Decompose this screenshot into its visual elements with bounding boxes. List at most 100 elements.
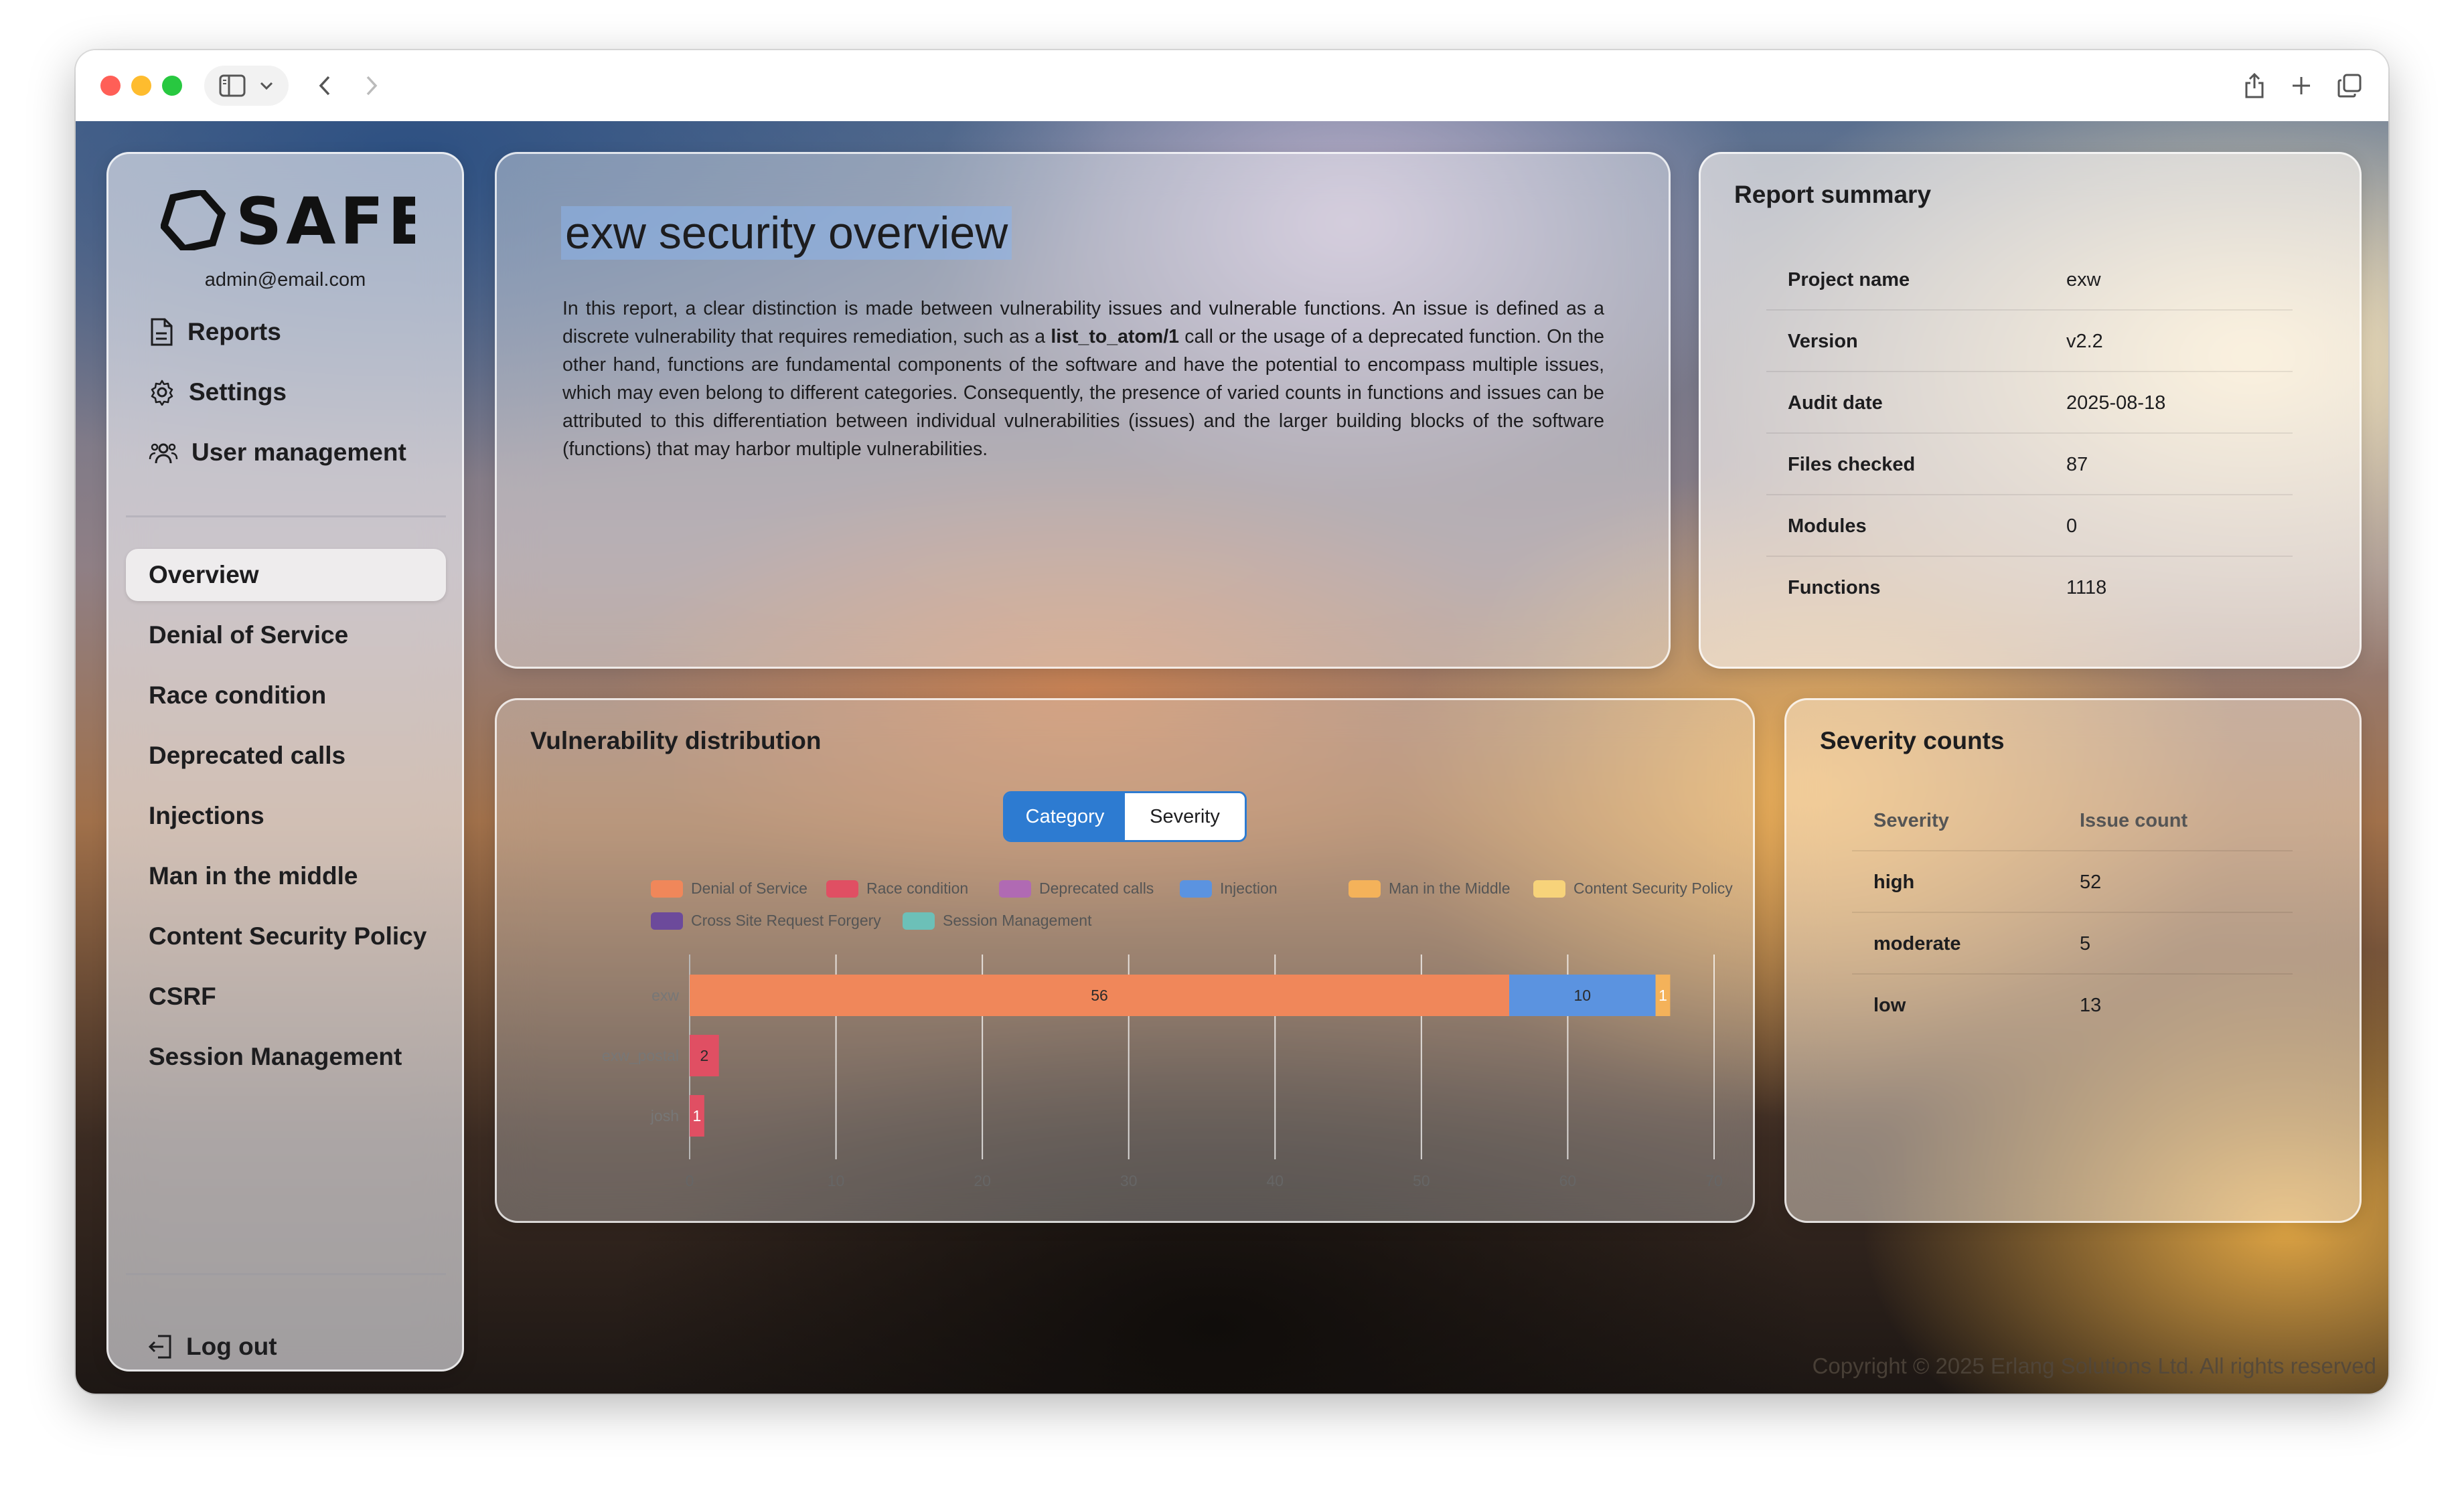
vulnerability-distribution-panel: Vulnerability distribution Category Seve… [495,698,1755,1223]
y-category-label: josh [650,1107,679,1125]
severity-column-header: Severity [1873,810,1949,831]
bar-chart: 0 10 20 30 40 50 60 70 exw exw_postaljosh 56 10 1 2 1 [602,954,1723,1189]
bar-value-label: 10 [1573,987,1591,1004]
description-code: list_to_atom/1 [1051,326,1180,347]
sidebar-item-deprecated-calls[interactable]: Deprecated calls [126,730,446,782]
hexagon-logo-icon: SAFE [159,184,432,259]
logout-button[interactable]: Log out [147,1327,277,1367]
severity-table-header: Severity Issue count [1852,788,2293,851]
sidebar-item-csrf[interactable]: CSRF [126,971,446,1023]
sidebar-toggle-button[interactable] [204,66,289,106]
nav-reports-label: Reports [187,318,281,345]
browser-window: SAFE admin@email.com Reports Settings Us… [76,50,2388,1394]
tabs-icon [2337,74,2362,98]
summary-row: Project name exw [1766,248,2293,311]
summary-value: v2.2 [2066,331,2103,352]
nav-settings[interactable]: Settings [149,372,287,412]
page-title: exw security overview [561,206,1012,260]
nav-reports[interactable]: Reports [149,312,281,352]
minimize-window-button[interactable] [131,76,151,96]
summary-value: 1118 [2066,577,2107,598]
summary-key: Files checked [1788,454,1916,475]
sidebar-item-race-condition[interactable]: Race condition [126,669,446,722]
summary-row: Version v2.2 [1766,309,2293,372]
logo-text: SAFE [236,190,415,250]
sidebar-item-session-management[interactable]: Session Management [126,1031,446,1083]
chevron-right-icon [366,76,378,96]
summary-value: 2025-08-18 [2066,392,2166,414]
browser-toolbar [76,50,2388,122]
x-tick-label: 30 [1120,1172,1138,1189]
summary-key: Version [1788,331,1858,352]
nav-user-management[interactable]: User management [149,432,406,473]
bar-value-label: 1 [1659,987,1667,1004]
sidebar-item-content-security-policy[interactable]: Content Security Policy [126,910,446,963]
bar-value-label: 56 [1091,987,1108,1004]
sidebar: SAFE admin@email.com Reports Settings Us… [106,152,464,1372]
summary-row: Files checked 87 [1766,432,2293,495]
zoom-window-button[interactable] [162,76,182,96]
overview-description: In this report, a clear distinction is m… [562,295,1604,463]
sidebar-divider-bottom [126,1273,446,1275]
sidebar-icon [219,74,246,97]
report-summary-panel: Report summary Project name exw Version v2… [1699,152,2362,669]
nav-settings-label: Settings [189,378,287,406]
share-button[interactable] [2234,66,2275,106]
plus-icon [2293,77,2310,94]
summary-key: Project name [1788,269,1910,290]
x-tick-label: 50 [1413,1172,1430,1189]
sidebar-item-man-in-the-middle[interactable]: Man in the middle [126,850,446,902]
forward-button[interactable] [352,66,392,106]
share-icon [2245,72,2264,98]
user-email: admin@email.com [204,269,366,290]
sidebar-item-denial-of-service[interactable]: Denial of Service [126,609,446,661]
severity-level: low [1873,995,1906,1016]
summary-value: 87 [2066,454,2088,475]
issue-count-column-header: Issue count [2080,810,2188,831]
severity-level: high [1873,872,1915,893]
severity-count: 13 [2080,995,2102,1016]
logout-icon [148,1335,171,1359]
app-content: SAFE admin@email.com Reports Settings Us… [76,121,2388,1394]
severity-counts-panel: Severity counts Severity Issue count hig… [1784,698,2362,1223]
x-tick-label: 0 [686,1172,694,1189]
users-icon [149,443,178,464]
summary-row: Functions 1118 [1766,556,2293,617]
new-tab-button[interactable] [2281,66,2321,106]
summary-row: Audit date 2025-08-18 [1766,371,2293,434]
summary-key: Functions [1788,577,1881,598]
logout-label: Log out [186,1333,277,1360]
severity-count: 5 [2080,933,2091,954]
chevron-down-icon [260,82,273,90]
summary-value: exw [2066,269,2101,290]
safe-logo: SAFE [159,184,432,259]
severity-row: moderate 5 [1852,912,2293,975]
x-tick-label: 70 [1705,1172,1723,1189]
summary-key: Audit date [1788,392,1883,414]
nav-user-management-label: User management [191,438,406,466]
x-tick-label: 10 [828,1172,845,1189]
summary-key: Modules [1788,515,1867,537]
copyright-footer: Copyright © 2025 Erlang Solutions Ltd. A… [1812,1353,2376,1378]
overview-panel: exw security overview In this report, a … [495,152,1671,669]
sidebar-item-injections[interactable]: Injections [126,790,446,842]
chevron-left-icon [319,76,330,96]
y-category-label: exw_postal [602,1047,679,1064]
document-icon [151,318,173,346]
bar-value-label: 2 [700,1047,708,1064]
sidebar-divider [126,515,446,517]
close-window-button[interactable] [100,76,121,96]
gear-icon [151,380,173,406]
severity-row: low 13 [1852,973,2293,1035]
severity-count: 52 [2080,872,2102,893]
back-button[interactable] [305,66,345,106]
tab-overview-button[interactable] [2329,66,2370,106]
y-category-label: exw [651,987,679,1004]
x-tick-label: 60 [1559,1172,1577,1189]
severity-level: moderate [1873,933,1961,954]
summary-value: 0 [2066,515,2078,537]
summary-row: Modules 0 [1766,494,2293,557]
bar-value-label: 1 [693,1107,702,1125]
x-tick-label: 20 [974,1172,991,1189]
sidebar-item-overview[interactable]: Overview [126,549,446,601]
